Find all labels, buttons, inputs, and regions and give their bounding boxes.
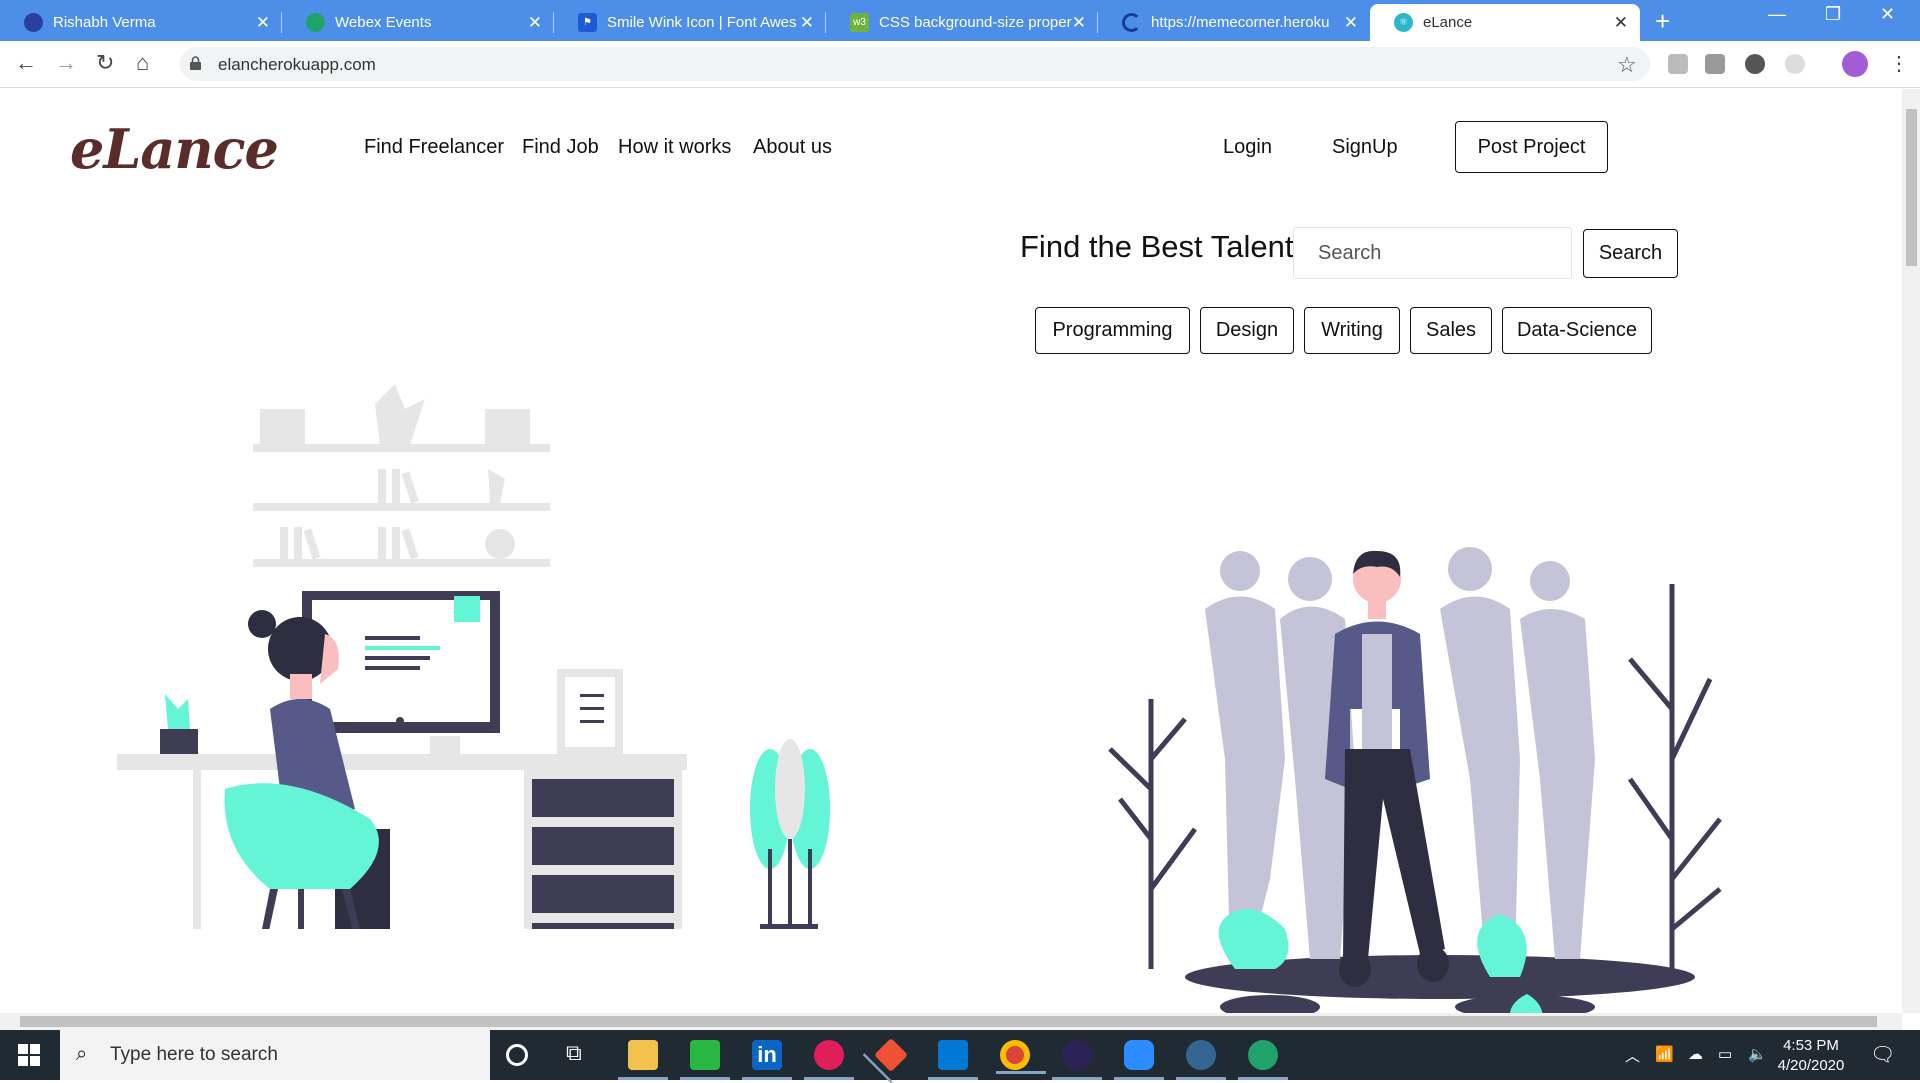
signup-link[interactable]: SignUp [1332, 136, 1398, 159]
menu-dots-icon[interactable]: ⋮ [1889, 51, 1909, 76]
floor-plant [750, 739, 830, 929]
browser-tab[interactable]: https://memecorner.heroku ✕ [1098, 4, 1370, 41]
restore-icon[interactable]: ❐ [1825, 4, 1841, 25]
close-tab-icon[interactable]: ✕ [1072, 13, 1086, 33]
tab-title: CSS background-size proper [879, 14, 1072, 31]
minimize-icon[interactable]: — [1768, 4, 1786, 25]
git-icon[interactable] [874, 1038, 908, 1072]
close-tab-icon[interactable]: ✕ [1614, 13, 1628, 33]
tab-title: eLance [1423, 14, 1473, 31]
close-tab-icon[interactable]: ✕ [800, 13, 814, 33]
whatsapp-icon[interactable] [680, 1040, 730, 1080]
loading-spinner-icon [1122, 13, 1141, 32]
browser-tab[interactable]: Webex Events ✕ [282, 4, 554, 41]
category-writing-button[interactable]: Writing [1304, 307, 1400, 354]
nav-how-it-works[interactable]: How it works [618, 136, 731, 159]
chrome-icon[interactable] [996, 1040, 1046, 1074]
react-favicon-icon: ⚛ [1394, 13, 1413, 32]
slack-icon[interactable] [804, 1040, 854, 1080]
team-illustration [1108, 547, 1722, 1013]
url-text: elancherokuapp.com [218, 55, 376, 74]
show-hidden-icons-icon[interactable]: ︿ [1625, 1045, 1640, 1066]
category-sales-button[interactable]: Sales [1410, 307, 1492, 354]
nav-about-us[interactable]: About us [753, 136, 832, 159]
extension-icon[interactable] [1705, 54, 1725, 74]
onedrive-icon[interactable]: ☁ [1688, 1045, 1703, 1063]
taskbar-clock[interactable]: 4:53 PM 4/20/2020 [1766, 1036, 1856, 1076]
clock-date: 4/20/2020 [1777, 1057, 1845, 1074]
w3schools-favicon-icon: w3 [850, 13, 869, 32]
address-bar[interactable]: elancherokuapp.com [180, 47, 1650, 81]
clipboard [565, 677, 615, 747]
close-window-icon[interactable]: ✕ [1880, 4, 1895, 25]
taskbar-search-placeholder: Type here to search [110, 1044, 278, 1065]
horizontal-scroll-thumb[interactable] [20, 1016, 1877, 1027]
category-design-button[interactable]: Design [1200, 307, 1294, 354]
search-icon: ⌕ [76, 1043, 88, 1065]
windows-taskbar: ⌕ Type here to search ⧉ in ︿ 📶 ☁ ▭ 🔈 4:5… [0, 1030, 1920, 1080]
new-tab-icon[interactable]: + [1655, 6, 1670, 37]
extension-timer-icon[interactable] [1785, 54, 1805, 74]
main-person [1325, 550, 1449, 987]
desk-drawers [532, 779, 674, 929]
browser-tabstrip: Rishabh Verma ✕ Webex Events ✕ ⚑ Smile W… [0, 0, 1920, 41]
post-project-button[interactable]: Post Project [1455, 121, 1608, 173]
globe-favicon-icon [24, 13, 43, 32]
eclipse-icon[interactable] [1052, 1040, 1102, 1080]
bookmark-star-icon[interactable]: ☆ [1617, 52, 1637, 78]
horizontal-scrollbar[interactable] [0, 1013, 1902, 1030]
small-plant [160, 694, 198, 754]
notifications-icon[interactable]: 🗨 [1870, 1042, 1895, 1067]
category-data-science-button[interactable]: Data-Science [1502, 307, 1652, 354]
taskbar-search-box[interactable]: ⌕ Type here to search [60, 1030, 490, 1080]
cortana-icon[interactable] [506, 1044, 528, 1066]
close-tab-icon[interactable]: ✕ [528, 13, 542, 33]
tab-title: Rishabh Verma [53, 14, 156, 31]
profile-avatar[interactable] [1842, 51, 1868, 77]
nav-find-freelancer[interactable]: Find Freelancer [364, 136, 504, 159]
home-icon[interactable]: ⌂ [136, 50, 149, 76]
tab-title: https://memecorner.heroku [1151, 14, 1330, 31]
wall-shelves [253, 384, 550, 567]
battery-icon[interactable]: ▭ [1718, 1045, 1732, 1063]
vertical-scroll-thumb[interactable] [1906, 109, 1917, 266]
category-programming-button[interactable]: Programming [1035, 307, 1190, 354]
linkedin-icon[interactable]: in [742, 1040, 792, 1080]
extension-circle-icon[interactable] [1745, 54, 1765, 74]
login-link[interactable]: Login [1223, 136, 1272, 159]
volume-icon[interactable]: 🔈 [1748, 1045, 1767, 1063]
forward-icon[interactable]: → [55, 50, 77, 76]
browser-tab-active[interactable]: ⚛ eLance ✕ [1370, 4, 1640, 41]
workspace-illustration [117, 384, 830, 929]
browser-tab[interactable]: Rishabh Verma ✕ [0, 4, 282, 41]
extension-shield-icon[interactable] [1668, 54, 1688, 74]
search-button[interactable]: Search [1583, 229, 1678, 278]
vscode-icon[interactable] [928, 1040, 978, 1080]
clock-time: 4:53 PM [1783, 1037, 1839, 1054]
flag-favicon-icon: ⚑ [578, 13, 597, 32]
browser-tab[interactable]: w3 CSS background-size proper ✕ [826, 4, 1098, 41]
page-content: eLance Find Freelancer Find Job How it w… [0, 89, 1902, 1013]
network-icon[interactable]: 📶 [1655, 1045, 1674, 1063]
task-view-icon[interactable]: ⧉ [566, 1040, 596, 1070]
tab-title: Smile Wink Icon | Font Awes [607, 14, 797, 31]
talent-search-input[interactable] [1293, 227, 1572, 279]
site-logo[interactable]: eLance [70, 117, 279, 181]
hero-heading: Find the Best Talent [1020, 229, 1294, 264]
back-icon[interactable]: ← [15, 50, 37, 76]
reload-icon[interactable]: ↻ [96, 50, 114, 76]
webex-icon[interactable] [1238, 1040, 1288, 1080]
lock-icon [190, 56, 201, 70]
vertical-scrollbar[interactable] [1902, 89, 1920, 1013]
browser-tab[interactable]: ⚑ Smile Wink Icon | Font Awes ✕ [554, 4, 826, 41]
nav-find-job[interactable]: Find Job [522, 136, 599, 159]
windows-start-icon[interactable] [18, 1044, 40, 1066]
zoom-icon[interactable] [1114, 1040, 1164, 1080]
tab-title: Webex Events [335, 14, 432, 31]
postgresql-icon[interactable] [1176, 1040, 1226, 1080]
file-explorer-icon[interactable] [618, 1040, 668, 1080]
webex-favicon-icon [306, 13, 325, 32]
close-tab-icon[interactable]: ✕ [1344, 13, 1358, 33]
close-tab-icon[interactable]: ✕ [256, 13, 270, 33]
